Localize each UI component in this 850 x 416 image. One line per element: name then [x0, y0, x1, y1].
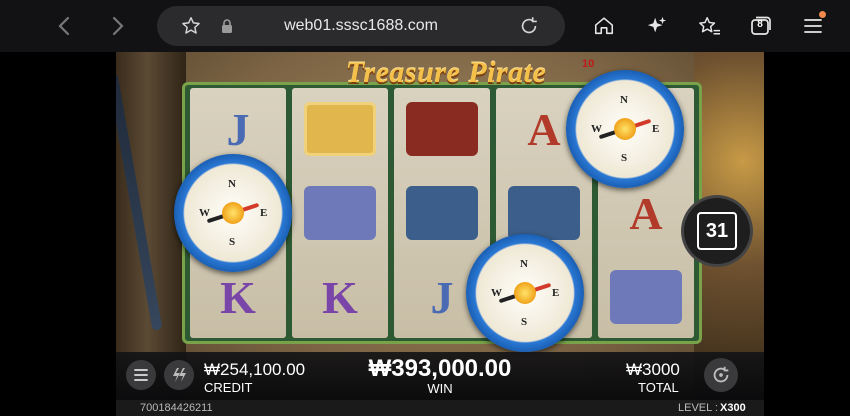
reload-icon[interactable]	[517, 14, 541, 38]
compass-scatter-2: N S W E	[566, 70, 684, 188]
tab-count: 8	[757, 19, 763, 30]
url-text[interactable]: web01.sssc1688.com	[157, 17, 565, 35]
home-icon	[594, 17, 614, 35]
reel-2: K	[292, 88, 388, 338]
turbo-button[interactable]	[164, 360, 194, 390]
compass-center	[614, 118, 636, 140]
star-list-icon	[699, 17, 720, 35]
hamburger-menu-icon	[804, 19, 822, 33]
free-spin-counter-badge: 31	[684, 198, 750, 264]
compass-face: N S W E	[586, 90, 664, 168]
lightning-icon	[173, 368, 186, 382]
total-bet-label: TOTAL	[638, 380, 679, 395]
win-value: ₩393,000.00	[368, 355, 512, 382]
game-title-banner: Treasure Pirate	[316, 54, 576, 92]
spin-button[interactable]	[704, 358, 738, 392]
forward-button[interactable]	[100, 8, 136, 44]
ribbon-number: 10	[582, 58, 595, 70]
symbol-treasure-map	[292, 172, 388, 254]
favorites-button[interactable]	[691, 8, 727, 44]
compass-face: N S W E	[194, 174, 272, 252]
win-label: WIN	[427, 381, 453, 396]
slot-game-canvas[interactable]: J K K J A A A Treasure Pirate	[116, 52, 764, 416]
compass-scatter-3: N S W E	[466, 234, 584, 352]
total-bet-value[interactable]: ₩3000	[626, 360, 680, 380]
bottom-hud: ₩254,100.00 CREDIT ₩393,000.00 WIN ₩3000…	[116, 352, 764, 400]
compass-face: N S W E	[486, 254, 564, 332]
level-value: X300	[720, 402, 746, 414]
hamburger-menu-icon	[134, 369, 148, 381]
compass-scatter-1: N S W E	[174, 154, 292, 272]
compass-center	[514, 282, 536, 304]
credit-value: ₩254,100.00	[204, 360, 306, 379]
credit-label: CREDIT	[204, 380, 253, 395]
back-button[interactable]	[46, 8, 82, 44]
tabs-button[interactable]: 8	[743, 8, 779, 44]
level-label: LEVEL :	[678, 402, 718, 414]
game-title: Treasure Pirate	[345, 56, 547, 89]
home-button[interactable]	[586, 8, 622, 44]
symbol-gold-treasure	[292, 88, 388, 170]
game-footer: 700184426211 LEVEL : X300	[116, 400, 764, 416]
sparkle-icon	[647, 16, 667, 33]
address-bar[interactable]: web01.sssc1688.com	[157, 6, 565, 46]
notification-dot	[819, 11, 826, 18]
symbol-treasure-map	[598, 256, 694, 338]
spin-arrow-icon	[713, 366, 729, 383]
counter-value: 31	[697, 212, 737, 250]
chevron-right-icon	[112, 16, 124, 36]
round-id: 700184426211	[140, 402, 213, 414]
browser-toolbar: web01.sssc1688.com 8	[0, 0, 850, 52]
game-menu-button[interactable]	[126, 360, 156, 390]
compass-center	[222, 202, 244, 224]
chevron-left-icon	[58, 16, 70, 36]
symbol-k: K	[322, 271, 358, 323]
menu-button[interactable]	[795, 8, 831, 44]
ai-sparkle-button[interactable]	[639, 8, 675, 44]
symbol-pirate-ship	[394, 88, 490, 170]
